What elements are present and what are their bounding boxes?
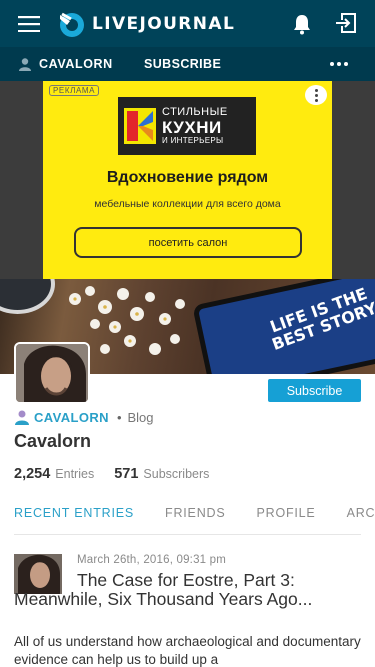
tab-friends[interactable]: FRIENDS [165, 506, 225, 534]
user-icon [19, 58, 31, 71]
entry-title[interactable]: The Case for Eostre, Part 3: Meanwhile, … [14, 570, 361, 610]
journal-subbar: CAVALORN SUBSCRIBE [0, 47, 375, 81]
ad-cta-button[interactable]: посетить салон [74, 227, 302, 258]
journal-avatar[interactable] [14, 342, 90, 404]
journal-title: Cavalorn [14, 431, 92, 451]
ad-brand-line1: СТИЛЬНЫЕ [162, 106, 228, 119]
entry-excerpt: All of us understand how archaeological … [14, 634, 361, 667]
menu-icon [18, 15, 40, 32]
ad-banner[interactable]: РЕКЛАМА СТИЛЬНЫЕ КУХНИ И ИНТЕРЬЕРЫ Вдохн… [43, 81, 332, 279]
livejournal-logo[interactable]: LIVEJOURNAL [58, 0, 235, 47]
entry-title-text[interactable]: The Case for Eostre, Part 3: Meanwhile, … [14, 570, 312, 609]
livejournal-logo-icon [60, 12, 84, 37]
journal-byline: CAVALORN • Blog [14, 409, 154, 425]
subbar-subscribe-link[interactable]: SUBSCRIBE [144, 57, 221, 71]
login-icon[interactable] [335, 12, 357, 34]
subbar-user-link[interactable]: CAVALORN [18, 57, 113, 71]
ad-brand-line2: КУХНИ [162, 117, 222, 137]
tabs-divider [14, 534, 361, 535]
ad-label: РЕКЛАМА [49, 85, 100, 96]
user-icon [15, 410, 29, 425]
phone-text: LIFE IS THE BEST STORY [267, 283, 375, 354]
ad-container: РЕКЛАМА СТИЛЬНЫЕ КУХНИ И ИНТЕРЬЕРЫ Вдохн… [0, 81, 375, 279]
brand-k-icon [124, 108, 156, 144]
top-app-bar: LIVEJOURNAL [0, 0, 375, 47]
bell-icon[interactable] [290, 12, 314, 36]
subbar-username: CAVALORN [39, 57, 113, 71]
byline-type: Blog [127, 409, 154, 425]
ad-brand-logo: СТИЛЬНЫЕ КУХНИ И ИНТЕРЬЕРЫ [118, 97, 256, 155]
byline-username[interactable]: CAVALORN [34, 410, 109, 425]
subscribe-button[interactable]: Subscribe [268, 379, 361, 402]
entry-date: March 26th, 2016, 09:31 pm [77, 554, 227, 566]
journal-tabs: RECENT ENTRIES FRIENDS PROFILE ARC [14, 506, 375, 534]
logo-text: LIVEJOURNAL [92, 13, 236, 34]
tab-recent-entries[interactable]: RECENT ENTRIES [14, 506, 134, 534]
entries-label: Entries [55, 467, 95, 481]
avatar-photo [16, 344, 88, 402]
ad-subline: мебельные коллекции для всего дома [94, 198, 281, 210]
byline-separator: • [116, 409, 122, 425]
ad-options-icon[interactable] [305, 85, 327, 105]
subscribers-label: Subscribers [143, 467, 210, 481]
journal-stats: 2,254 Entries 571 Subscribers [14, 466, 209, 482]
subscribers-count: 571 [114, 466, 139, 482]
ad-headline: Вдохновение рядом [106, 169, 269, 186]
tab-archive[interactable]: ARC [347, 506, 375, 534]
more-options-icon[interactable] [330, 55, 348, 73]
tab-profile[interactable]: PROFILE [256, 506, 315, 534]
menu-button[interactable] [0, 0, 58, 47]
ad-brand-line3: И ИНТЕРЬЕРЫ [162, 135, 224, 145]
entries-count: 2,254 [14, 466, 51, 482]
